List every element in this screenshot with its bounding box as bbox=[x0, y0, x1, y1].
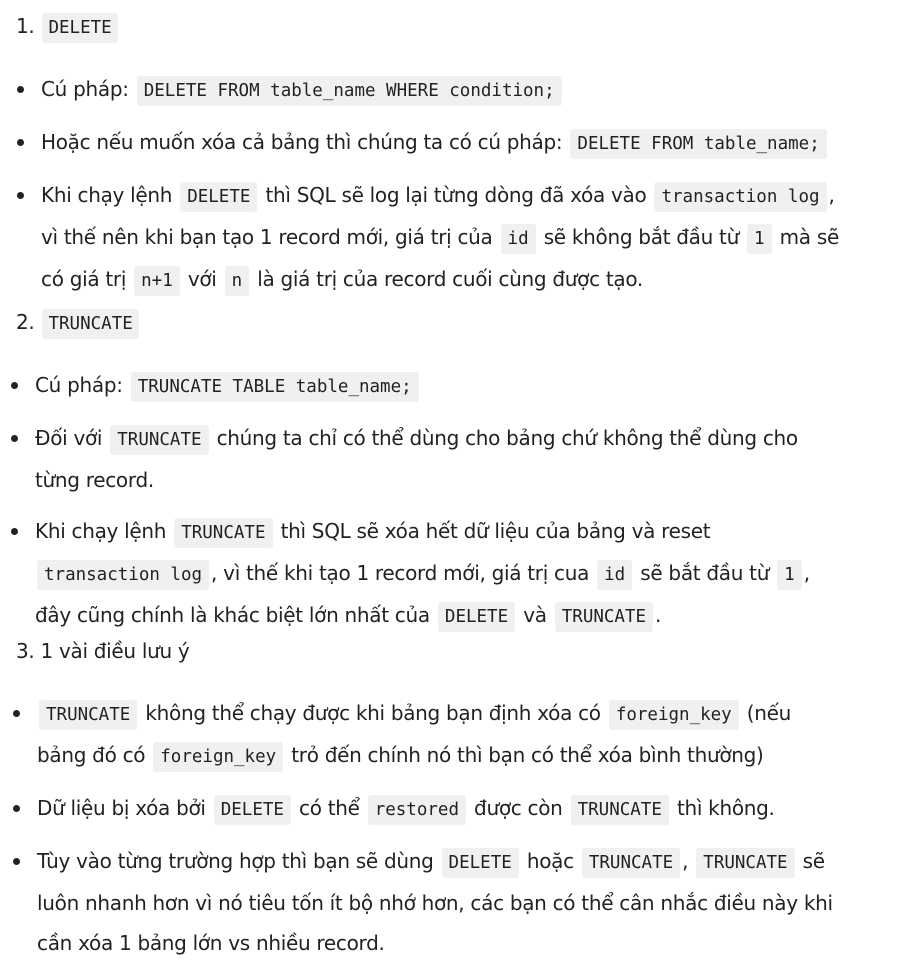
document: 1. DELETE Cú pháp: DELETE FROM table_name… bbox=[0, 0, 914, 962]
text: sẽ bắt đầu từ bbox=[640, 561, 770, 585]
inline-code: DELETE bbox=[180, 182, 258, 212]
inline-code: foreign_key bbox=[153, 742, 284, 772]
text: Khi chạy lệnh bbox=[35, 519, 167, 543]
text: . bbox=[655, 603, 662, 627]
list-item-syntax: Cú pháp: TRUNCATE TABLE table_name; bbox=[0, 365, 810, 407]
text: Hoặc nếu muốn xóa cả bảng thì chúng ta c… bbox=[41, 130, 563, 154]
text: là giá trị của record cuối cùng được tạo… bbox=[257, 267, 643, 291]
inline-code: id bbox=[500, 224, 536, 254]
list-number: 3. bbox=[16, 639, 35, 663]
text: từng record. bbox=[35, 468, 154, 492]
text: Dữ liệu bị xóa bởi bbox=[37, 796, 206, 820]
text: hoặc bbox=[526, 849, 574, 873]
text: và bbox=[523, 603, 547, 627]
inline-code: TRUNCATE bbox=[174, 518, 273, 548]
text: Đối với bbox=[35, 426, 103, 450]
text: cần xóa 1 bảng lớn vs nhiều record. bbox=[37, 931, 385, 955]
text: sẽ không bắt đầu từ bbox=[543, 225, 740, 249]
inline-code: n bbox=[224, 266, 250, 296]
inline-code: TRUNCATE bbox=[570, 795, 669, 825]
text: với bbox=[187, 267, 217, 291]
inline-code: DELETE bbox=[441, 848, 519, 878]
inline-code: TRUNCATE TABLE table_name; bbox=[130, 372, 419, 402]
list-item-restore: Dữ liệu bị xóa bởi DELETE có thể restore… bbox=[0, 788, 833, 830]
text: thì không. bbox=[676, 796, 775, 820]
text: có thể bbox=[299, 796, 360, 820]
inline-code: TRUNCATE bbox=[581, 848, 681, 878]
inline-code: foreign_key bbox=[608, 700, 739, 730]
text: (nếu bbox=[746, 701, 792, 725]
text: trỏ đến chính nó thì bạn có thể xóa bình… bbox=[291, 743, 764, 767]
text: Khi chạy lệnh bbox=[41, 183, 173, 207]
inline-code: 1 bbox=[747, 224, 772, 254]
text: Tùy vào từng trường hợp thì bạn sẽ dùng bbox=[37, 849, 434, 873]
text: vì thế nên khi bạn tạo 1 record mới, giá… bbox=[41, 225, 493, 249]
section-2-list: Cú pháp: TRUNCATE TABLE table_name; Đối … bbox=[0, 365, 810, 648]
text: thì SQL sẽ xóa hết dữ liệu của bảng và r… bbox=[280, 519, 711, 543]
inline-code: DELETE bbox=[213, 795, 291, 825]
list-item-foreign-key: TRUNCATE không thể chạy được khi bảng bạ… bbox=[0, 693, 833, 777]
inline-code: id bbox=[597, 560, 633, 590]
inline-code: TRUNCATE bbox=[110, 425, 209, 455]
text: chúng ta chỉ có thể dùng cho bảng chứ kh… bbox=[216, 426, 799, 450]
inline-code: TRUNCATE bbox=[42, 309, 139, 339]
section-3-list: TRUNCATE không thể chạy được khi bảng bạ… bbox=[0, 693, 833, 974]
inline-code: DELETE bbox=[42, 13, 118, 43]
list-item-syntax: Cú pháp: DELETE FROM table_name WHERE co… bbox=[0, 69, 839, 111]
text: được còn bbox=[474, 796, 563, 820]
section-3-heading: 3. 1 vài điều lưu ý bbox=[16, 638, 190, 664]
section-1-heading: 1. DELETE bbox=[16, 13, 120, 43]
inline-code: transaction log bbox=[654, 182, 827, 212]
inline-code: TRUNCATE bbox=[39, 700, 138, 730]
inline-code: DELETE FROM table_name; bbox=[570, 129, 827, 159]
inline-code: transaction log bbox=[37, 560, 210, 590]
list-number: 1. bbox=[16, 14, 35, 38]
list-item-syntax-all: Hoặc nếu muốn xóa cả bảng thì chúng ta c… bbox=[0, 122, 839, 164]
list-item-usage: Đối với TRUNCATE chúng ta chỉ có thể dùn… bbox=[0, 418, 810, 500]
list-number: 2. bbox=[16, 310, 35, 334]
text: mà sẽ bbox=[779, 225, 840, 249]
inline-code: DELETE bbox=[437, 602, 516, 632]
list-item-reset-note: Khi chạy lệnh TRUNCATE thì SQL sẽ xóa hế… bbox=[0, 511, 810, 637]
inline-code: TRUNCATE bbox=[554, 602, 654, 632]
section-1-list: Cú pháp: DELETE FROM table_name WHERE co… bbox=[0, 69, 839, 312]
text: có giá trị bbox=[41, 267, 127, 291]
list-item-log-note: Khi chạy lệnh DELETE thì SQL sẽ log lại … bbox=[0, 175, 839, 301]
inline-code: restored bbox=[367, 795, 466, 825]
text: sẽ bbox=[802, 849, 825, 873]
list-item-performance: Tùy vào từng trường hợp thì bạn sẽ dùng … bbox=[0, 841, 833, 963]
section-title: 1 vài điều lưu ý bbox=[40, 639, 190, 663]
text: Cú pháp: bbox=[35, 373, 123, 397]
text: không thể chạy được khi bảng bạn định xó… bbox=[145, 701, 601, 725]
text: , bbox=[828, 183, 835, 207]
text: , vì thế khi tạo 1 record mới, giá trị c… bbox=[211, 561, 590, 585]
inline-code: DELETE FROM table_name WHERE condition; bbox=[136, 76, 562, 106]
text: đây cũng chính là khác biệt lớn nhất của bbox=[35, 603, 430, 627]
text: , bbox=[803, 561, 810, 585]
text: luôn nhanh hơn vì nó tiêu tốn ít bộ nhớ … bbox=[37, 891, 833, 915]
inline-code: 1 bbox=[777, 560, 802, 590]
text: thì SQL sẽ log lại từng dòng đã xóa vào bbox=[265, 183, 647, 207]
text: , bbox=[682, 849, 689, 873]
text: bảng đó có bbox=[37, 743, 146, 767]
inline-code: TRUNCATE bbox=[696, 848, 795, 878]
section-2-heading: 2. TRUNCATE bbox=[16, 309, 141, 339]
inline-code: n+1 bbox=[134, 266, 180, 296]
text: Cú pháp: bbox=[41, 77, 129, 101]
